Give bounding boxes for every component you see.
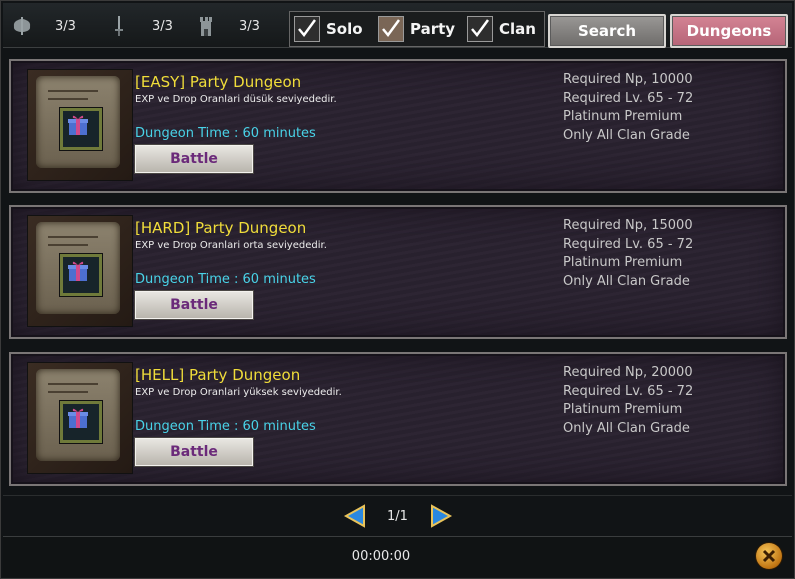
battle-button[interactable]: Battle: [135, 145, 253, 173]
counter-value: 3/3: [55, 18, 76, 34]
dungeon-title: [HELL] Party Dungeon: [135, 366, 301, 384]
requirement-np: Required Np, 20000: [563, 365, 693, 380]
checkmark-icon: [471, 19, 490, 38]
dungeon-description: EXP ve Drop Oranlari yüksek seviyededir.: [135, 387, 342, 398]
arrow-right-icon[interactable]: [428, 504, 454, 528]
gift-box-icon: [60, 254, 102, 296]
tower-icon: [195, 15, 217, 37]
counter-value: 3/3: [239, 18, 260, 34]
filter-clan-label: Clan: [499, 20, 536, 38]
counter-sword: 3/3: [108, 15, 173, 37]
page-indicator: 1/1: [387, 508, 408, 524]
requirement-clan: Only All Clan Grade: [563, 127, 690, 143]
dungeon-title: [HARD] Party Dungeon: [135, 219, 307, 237]
requirements-list: Required Np, 20000 Required Lv. 65 - 72 …: [563, 364, 693, 438]
dungeon-card-hell: [HELL] Party Dungeon EXP ve Drop Oranlar…: [9, 352, 787, 486]
dungeon-thumbnail: [27, 362, 133, 474]
checkbox-party[interactable]: [378, 16, 404, 42]
dungeon-thumbnail: [27, 69, 133, 181]
counter-value: 3/3: [152, 18, 173, 34]
search-button[interactable]: Search: [548, 14, 666, 48]
close-button[interactable]: [756, 543, 782, 569]
requirement-clan: Only All Clan Grade: [563, 273, 690, 289]
requirement-level: Required Lv. 65 - 72: [563, 383, 694, 399]
checkbox-clan[interactable]: [467, 16, 493, 42]
checkbox-solo[interactable]: [294, 16, 320, 42]
gift-box-icon: [60, 401, 102, 443]
requirement-level: Required Lv. 65 - 72: [563, 90, 694, 106]
dungeons-button[interactable]: Dungeons: [670, 14, 788, 48]
battle-button[interactable]: Battle: [135, 438, 253, 466]
requirements-list: Required Np, 15000 Required Lv. 65 - 72 …: [563, 217, 693, 291]
counter-tower: 3/3: [195, 15, 260, 37]
requirement-np: Required Np, 15000: [563, 218, 693, 233]
filter-solo[interactable]: Solo: [294, 16, 363, 42]
checkmark-icon: [298, 19, 317, 38]
timer: 00:00:00: [351, 549, 411, 564]
requirement-level: Required Lv. 65 - 72: [563, 236, 694, 252]
counter-axe: 3/3: [11, 15, 76, 37]
filter-group: Solo Party Clan: [289, 11, 545, 47]
battle-button[interactable]: Battle: [135, 291, 253, 319]
dungeon-card-hard: [HARD] Party Dungeon EXP ve Drop Oranlar…: [9, 205, 787, 339]
dungeon-title: [EASY] Party Dungeon: [135, 73, 302, 91]
footer-bar: 00:00:00: [3, 536, 792, 577]
filter-party-label: Party: [410, 20, 456, 38]
requirement-premium: Platinum Premium: [563, 402, 683, 417]
filter-solo-label: Solo: [326, 20, 363, 38]
dungeon-time: Dungeon Time : 60 minutes: [135, 419, 316, 434]
axe-icon: [11, 15, 33, 37]
filter-clan[interactable]: Clan: [467, 16, 536, 42]
sword-icon: [108, 15, 130, 37]
dungeon-thumbnail: [27, 215, 133, 327]
checkmark-icon: [382, 19, 401, 38]
dungeon-time: Dungeon Time : 60 minutes: [135, 272, 316, 287]
requirement-clan: Only All Clan Grade: [563, 420, 690, 436]
dungeon-window: 3/3 3/3 3/3 Solo Party Clan Search Dunge…: [0, 0, 795, 579]
close-icon: [762, 549, 776, 563]
dungeon-description: EXP ve Drop Oranlari düsük seviyededir.: [135, 94, 337, 105]
requirement-np: Required Np, 10000: [563, 72, 693, 87]
filter-party[interactable]: Party: [378, 16, 455, 42]
dungeon-card-easy: [EASY] Party Dungeon EXP ve Drop Oranlar…: [9, 59, 787, 193]
gift-box-icon: [60, 108, 102, 150]
dungeon-description: EXP ve Drop Oranlari orta seviyededir.: [135, 240, 327, 251]
requirement-premium: Platinum Premium: [563, 255, 683, 270]
requirements-list: Required Np, 10000 Required Lv. 65 - 72 …: [563, 71, 693, 145]
pagination: 1/1: [3, 495, 792, 536]
arrow-left-icon[interactable]: [342, 504, 368, 528]
top-bar: 3/3 3/3 3/3 Solo Party Clan Search Dunge…: [3, 3, 792, 48]
dungeon-time: Dungeon Time : 60 minutes: [135, 126, 316, 141]
requirement-premium: Platinum Premium: [563, 109, 683, 124]
